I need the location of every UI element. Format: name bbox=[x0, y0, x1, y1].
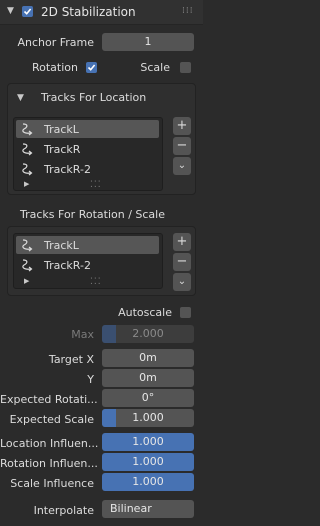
rotation-influence-slider[interactable]: 1.000 bbox=[102, 453, 194, 471]
list-resize-grip-icon[interactable]: ⁚⁚⁚ bbox=[90, 180, 102, 190]
track-icon bbox=[20, 162, 34, 179]
track-icon bbox=[20, 238, 34, 255]
add-location-track-button[interactable]: + bbox=[173, 117, 191, 135]
anchor-frame-field[interactable]: 1 bbox=[102, 33, 194, 51]
list-item-label[interactable]: TrackR bbox=[44, 143, 80, 156]
collapse-chevron-icon[interactable]: ▼ bbox=[7, 6, 14, 16]
autoscale-label: Autoscale bbox=[118, 306, 172, 319]
max-value: 2.000 bbox=[132, 327, 164, 340]
remove-location-track-button[interactable]: − bbox=[173, 137, 191, 155]
panel-enable-checkbox[interactable] bbox=[22, 6, 33, 17]
list-filter-toggle-icon[interactable]: ▶ bbox=[24, 277, 29, 285]
list-item-label: TrackL bbox=[44, 123, 79, 136]
scale-label: Scale bbox=[140, 61, 170, 74]
list-item[interactable] bbox=[16, 236, 159, 254]
rotation-tracks-header: Tracks For Rotation / Scale bbox=[20, 208, 165, 221]
remove-rotation-track-button[interactable]: − bbox=[173, 253, 191, 271]
list-item-label[interactable]: TrackR-2 bbox=[44, 163, 91, 176]
anchor-frame-label: Anchor Frame bbox=[17, 36, 94, 49]
location-tracks-menu-button[interactable]: ⌄ bbox=[173, 157, 191, 175]
panel-title: 2D Stabilization bbox=[41, 5, 136, 19]
rotation-label: Rotation bbox=[31, 61, 78, 74]
target-x-field[interactable]: 0m bbox=[102, 349, 194, 367]
panel-drag-handle-icon[interactable]: ⁞⁞⁞ bbox=[182, 6, 194, 16]
list-item[interactable] bbox=[16, 120, 159, 138]
rotation-influence-label: Rotation Influen... bbox=[0, 457, 98, 470]
max-label: Max bbox=[71, 328, 94, 341]
target-y-label: Y bbox=[87, 373, 94, 386]
location-tracks-header: Tracks For Location bbox=[41, 91, 147, 104]
scale-influence-label: Scale Influence bbox=[10, 477, 94, 490]
location-influence-label: Location Influen... bbox=[0, 437, 99, 450]
expected-scale-value: 1.000 bbox=[132, 411, 164, 424]
interpolate-label: Interpolate bbox=[33, 504, 94, 517]
rotation-checkbox[interactable] bbox=[86, 62, 97, 73]
add-rotation-track-button[interactable]: + bbox=[173, 233, 191, 251]
expected-rotation-label: Expected Rotati... bbox=[0, 393, 98, 406]
autoscale-checkbox[interactable] bbox=[180, 307, 191, 318]
location-influence-slider[interactable]: 1.000 bbox=[102, 433, 194, 451]
location-tracks-chevron-icon[interactable]: ▼ bbox=[17, 93, 24, 103]
list-resize-grip-icon[interactable]: ⁚⁚⁚ bbox=[90, 277, 102, 287]
list-item-label: TrackL bbox=[44, 239, 79, 252]
expected-scale-label: Expected Scale bbox=[9, 413, 94, 426]
target-y-field[interactable]: 0m bbox=[102, 369, 194, 387]
scale-checkbox[interactable] bbox=[180, 62, 191, 73]
target-x-label: Target X bbox=[48, 353, 94, 366]
list-item-label[interactable]: TrackR-2 bbox=[44, 259, 91, 272]
rotation-tracks-menu-button[interactable]: ⌄ bbox=[173, 273, 191, 291]
expected-rotation-field[interactable]: 0° bbox=[102, 389, 194, 407]
track-icon bbox=[20, 142, 34, 159]
list-filter-toggle-icon[interactable]: ▶ bbox=[24, 180, 29, 188]
interpolate-dropdown[interactable]: Bilinear bbox=[102, 500, 194, 518]
track-icon bbox=[20, 258, 34, 275]
track-icon bbox=[20, 122, 34, 139]
scale-influence-slider[interactable]: 1.000 bbox=[102, 473, 194, 491]
